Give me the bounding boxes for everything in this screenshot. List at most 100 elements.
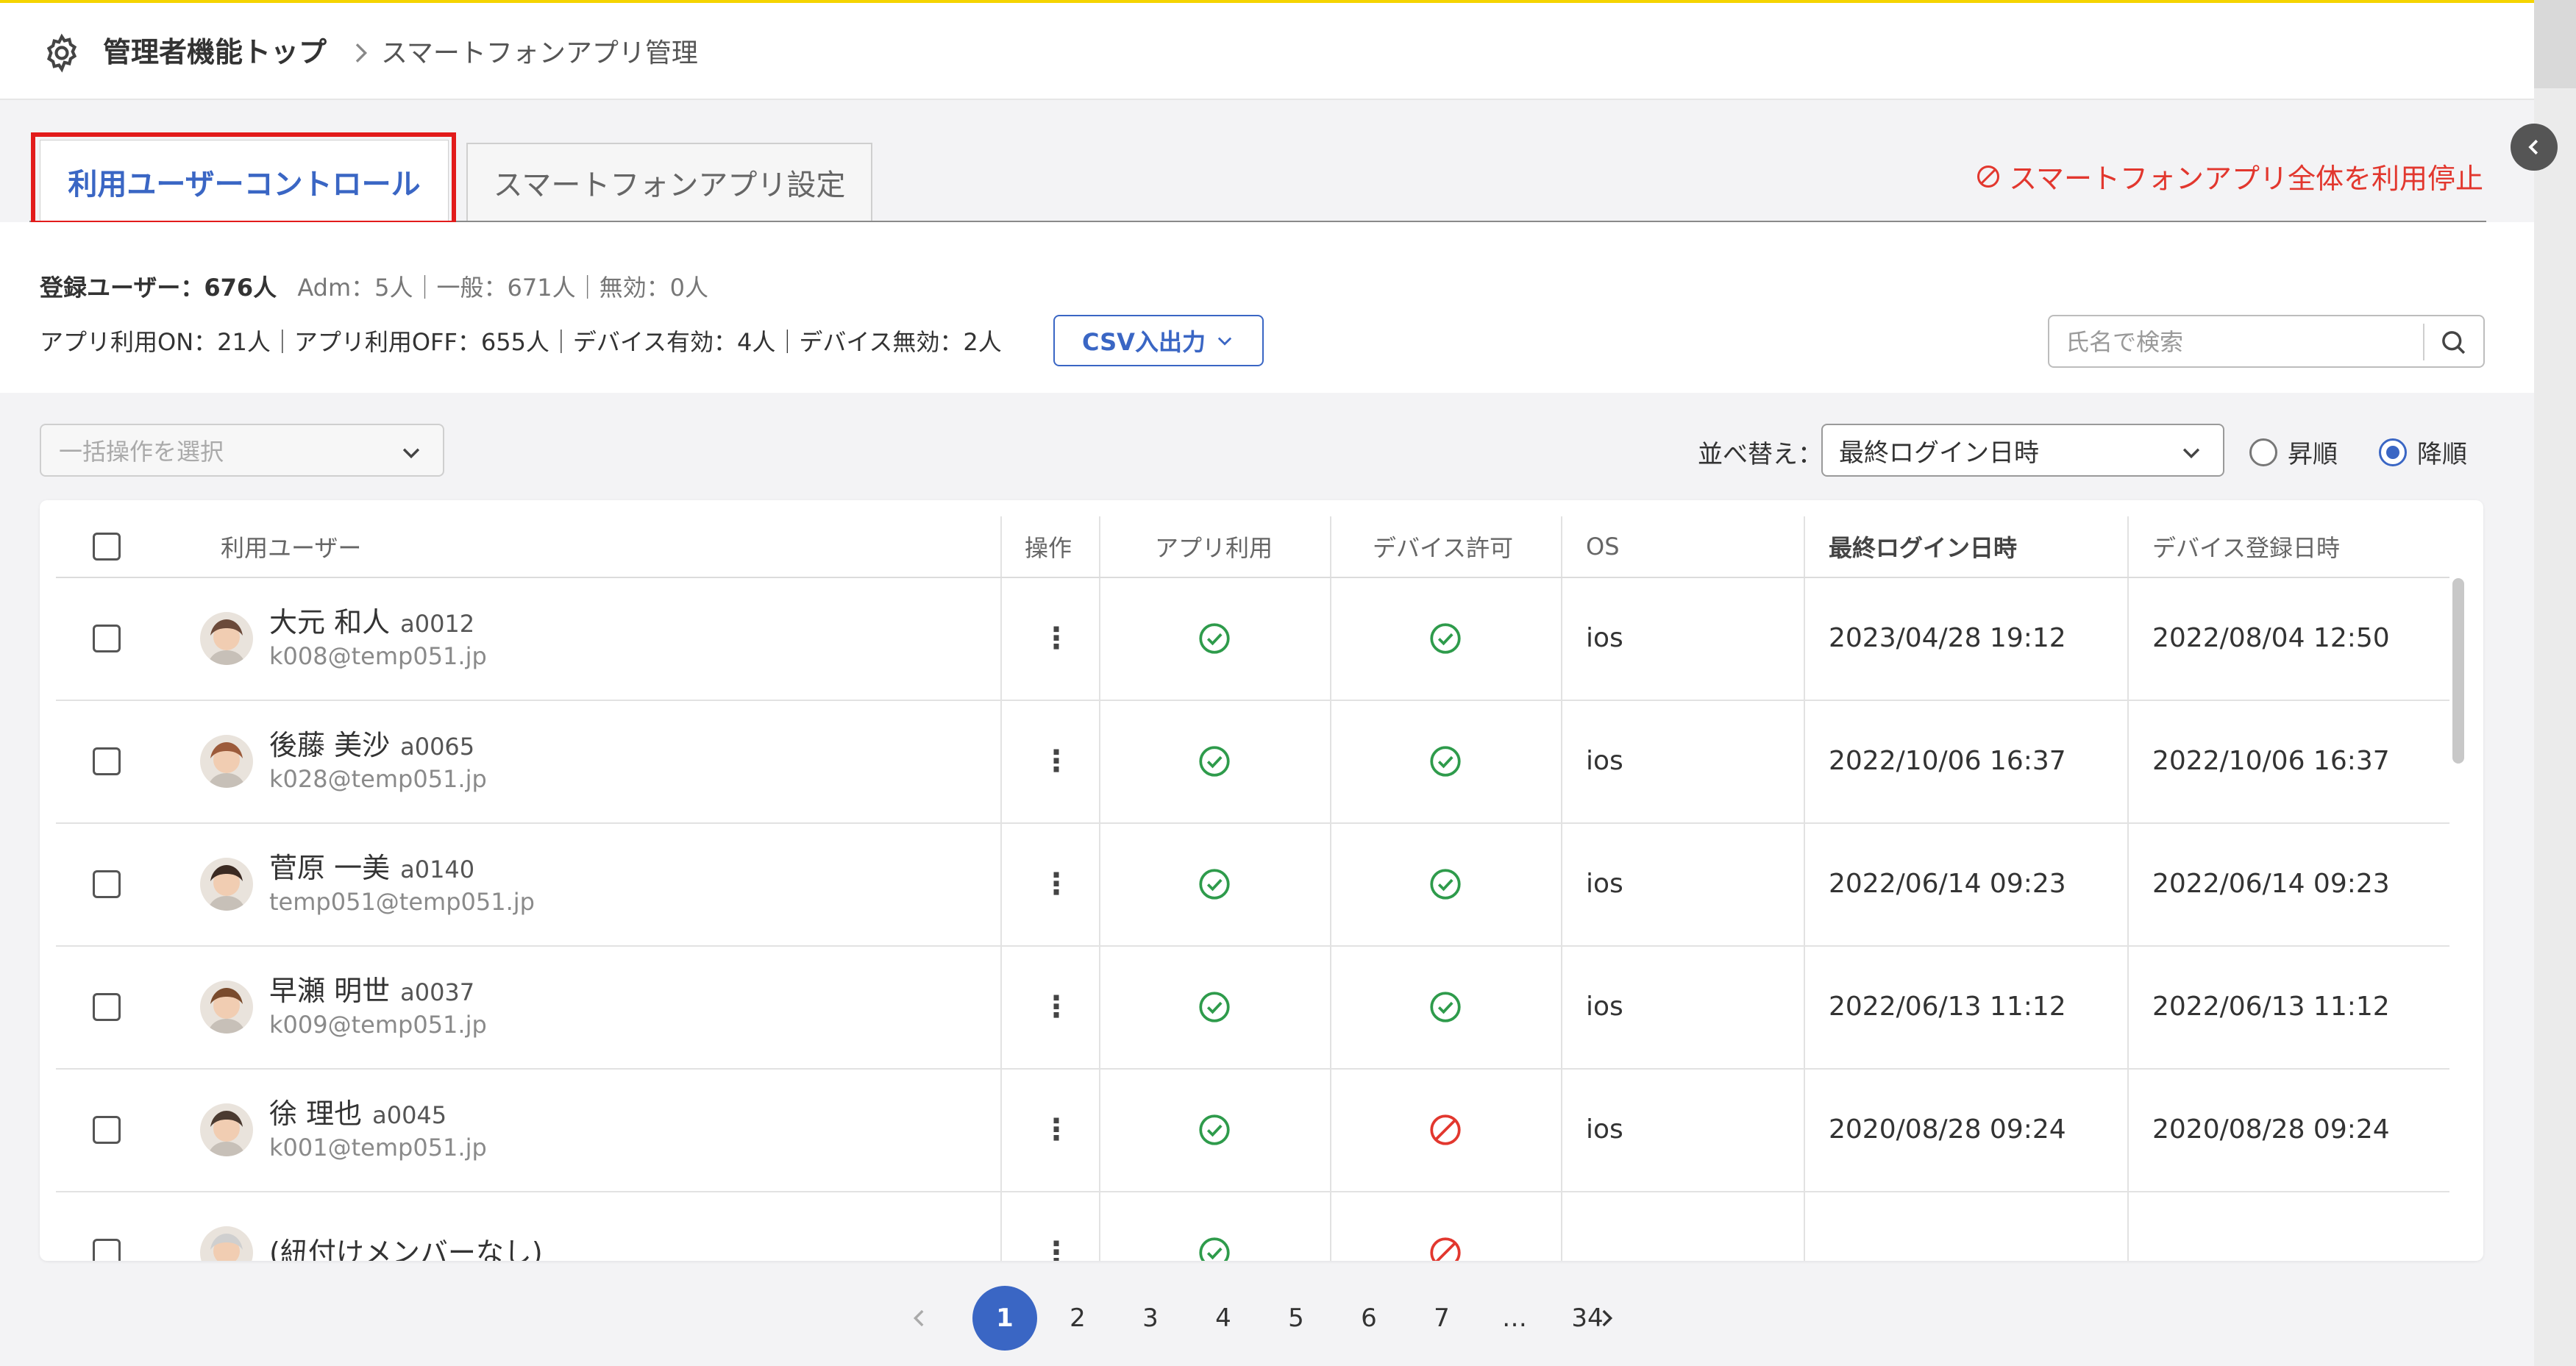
sort-asc-radio[interactable] <box>2249 438 2277 466</box>
header-action: 操作 <box>1025 534 1072 562</box>
header-last-login[interactable]: 最終ログイン日時 <box>1829 516 2017 577</box>
prohibited-icon <box>1430 1114 1461 1145</box>
page-button[interactable]: 5 <box>1264 1286 1328 1351</box>
sort-asc-label: 昇順 <box>2288 440 2338 469</box>
row-actions-menu-button[interactable]: ⋮ <box>1042 622 1071 655</box>
device-permission-status[interactable] <box>1427 945 1464 1068</box>
user-email: k009@temp051.jp <box>269 1010 487 1039</box>
breadcrumb-current: スマートフォンアプリ管理 <box>381 38 698 68</box>
row-actions-menu-button[interactable]: ⋮ <box>1042 990 1071 1024</box>
user-name[interactable]: 早瀬 明世 <box>269 975 390 1007</box>
row-checkbox[interactable] <box>93 1115 121 1144</box>
last-login-value: 2023/04/28 19:12 <box>1829 623 2066 653</box>
header-bar: 管理者機能トップ スマートフォンアプリ管理 <box>0 3 2534 100</box>
table-scrollbar-thumb[interactable] <box>2452 578 2464 764</box>
row-actions-menu-button[interactable]: ⋮ <box>1042 744 1071 778</box>
page-button[interactable]: 1 <box>972 1286 1037 1351</box>
header-device-permission[interactable]: デバイス許可 <box>1373 516 1513 577</box>
app-usage-status[interactable] <box>1196 577 1233 700</box>
sort-asc-option[interactable]: 昇順 <box>2249 434 2338 470</box>
user-name[interactable]: 大元 和人 <box>269 606 390 638</box>
header-user[interactable]: 利用ユーザー <box>221 516 361 577</box>
collapse-panel-button[interactable] <box>2511 124 2558 171</box>
header-os[interactable]: OS <box>1586 516 1620 577</box>
user-name[interactable]: (紐付けメンバーなし) <box>269 1237 543 1262</box>
next-page-button[interactable] <box>1574 1286 1639 1351</box>
os-value: ios <box>1586 623 1623 653</box>
breadcrumb-root-link[interactable]: 管理者機能トップ <box>103 34 327 71</box>
user-code: a0065 <box>400 732 475 761</box>
app-usage-status[interactable] <box>1196 1068 1233 1191</box>
stop-all-label: スマートフォンアプリ全体を利用停止 <box>2009 163 2483 195</box>
user-code: a0012 <box>400 609 475 638</box>
page-button[interactable]: 2 <box>1045 1286 1110 1351</box>
table-row[interactable]: 徐 理也 a0045 k001@temp051.jp ⋮ ios 2020/08/… <box>56 1068 2449 1192</box>
row-actions-menu-button[interactable]: ⋮ <box>1042 1113 1071 1147</box>
os-value: ios <box>1586 869 1623 899</box>
prohibited-icon <box>1977 165 2000 188</box>
page-button[interactable]: 7 <box>1409 1286 1474 1351</box>
page-button[interactable]: 3 <box>1118 1286 1183 1351</box>
table-row[interactable]: (紐付けメンバーなし) ⋮ <box>56 1191 2449 1261</box>
last-login-value: 2020/08/28 09:24 <box>1829 1114 2066 1145</box>
users-table: 利用ユーザー 操作 アプリ利用 デバイス許可 OS 最終ログイン日時 デバイス登… <box>40 500 2483 1261</box>
app-usage-status[interactable] <box>1196 1191 1233 1261</box>
stop-all-app-link[interactable]: スマートフォンアプリ全体を利用停止 <box>1975 156 2483 196</box>
page-button[interactable]: 6 <box>1337 1286 1401 1351</box>
check-circle-icon <box>1199 1114 1230 1145</box>
app-usage-summary: アプリ利用ON：21人｜アプリ利用OFF：655人｜デバイス有効：4人｜デバイス… <box>40 328 1002 356</box>
os-value: ios <box>1586 1114 1623 1145</box>
search-input[interactable] <box>2064 322 2420 362</box>
user-name-line: 徐 理也 a0045 <box>269 1096 446 1131</box>
table-row[interactable]: 菅原 一美 a0140 temp051@temp051.jp ⋮ ios 2022… <box>56 822 2449 947</box>
row-checkbox[interactable] <box>93 992 121 1021</box>
header-device-registered[interactable]: デバイス登録日時 <box>2152 516 2340 577</box>
header-app-usage[interactable]: アプリ利用 <box>1155 516 1273 577</box>
device-permission-status[interactable] <box>1427 1191 1464 1261</box>
select-all-checkbox[interactable] <box>93 533 121 561</box>
page-button[interactable]: 4 <box>1191 1286 1256 1351</box>
tab-app-settings[interactable]: スマートフォンアプリ設定 <box>466 143 872 221</box>
user-name[interactable]: 徐 理也 <box>269 1098 362 1130</box>
row-checkbox[interactable] <box>93 1238 121 1261</box>
sort-desc-radio[interactable] <box>2379 438 2407 466</box>
check-circle-icon <box>1199 1237 1230 1261</box>
table-row[interactable]: 早瀬 明世 a0037 k009@temp051.jp ⋮ ios 2022/06… <box>56 945 2449 1070</box>
prev-page-button[interactable] <box>887 1286 952 1351</box>
page-scrollbar-thumb[interactable] <box>2534 0 2576 88</box>
sort-desc-option[interactable]: 降順 <box>2379 434 2467 470</box>
table-row[interactable]: 大元 和人 a0012 k008@temp051.jp ⋮ ios 2023/04… <box>56 577 2449 701</box>
app-usage-status[interactable] <box>1196 700 1233 822</box>
user-name[interactable]: 後藤 美沙 <box>269 729 390 761</box>
search-divider <box>2423 324 2424 360</box>
csv-io-button[interactable]: CSV入出力 <box>1053 315 1264 366</box>
search-icon[interactable] <box>2438 327 2469 357</box>
avatar <box>200 1103 253 1156</box>
user-name[interactable]: 菅原 一美 <box>269 852 390 884</box>
page-scrollbar-track[interactable] <box>2534 0 2576 1366</box>
row-checkbox[interactable] <box>93 869 121 898</box>
app-usage-status[interactable] <box>1196 945 1233 1068</box>
bulk-action-select[interactable]: 一括操作を選択 <box>40 424 444 477</box>
prohibited-icon <box>1430 1237 1461 1261</box>
avatar <box>200 734 253 788</box>
device-permission-status[interactable] <box>1427 700 1464 822</box>
device-registered-value: 2022/06/13 11:12 <box>2152 992 2390 1022</box>
row-actions-menu-button[interactable]: ⋮ <box>1042 1236 1071 1262</box>
chevron-down-icon <box>402 448 420 459</box>
device-permission-status[interactable] <box>1427 577 1464 700</box>
row-checkbox[interactable] <box>93 624 121 652</box>
device-permission-status[interactable] <box>1427 822 1464 945</box>
user-name-line: 早瀬 明世 a0037 <box>269 973 474 1009</box>
gear-icon[interactable] <box>41 32 82 74</box>
row-checkbox[interactable] <box>93 747 121 775</box>
device-permission-status[interactable] <box>1427 1068 1464 1191</box>
app-usage-status[interactable] <box>1196 822 1233 945</box>
sort-select[interactable]: 最終ログイン日時 <box>1821 424 2224 477</box>
last-login-value: 2022/06/13 11:12 <box>1829 992 2066 1022</box>
row-actions-menu-button[interactable]: ⋮ <box>1042 867 1071 901</box>
table-row[interactable]: 後藤 美沙 a0065 k028@temp051.jp ⋮ ios 2022/10… <box>56 700 2449 824</box>
bulk-action-placeholder: 一括操作を選択 <box>59 438 224 466</box>
avatar <box>200 980 253 1034</box>
device-registered-value: 2022/08/04 12:50 <box>2152 623 2390 653</box>
